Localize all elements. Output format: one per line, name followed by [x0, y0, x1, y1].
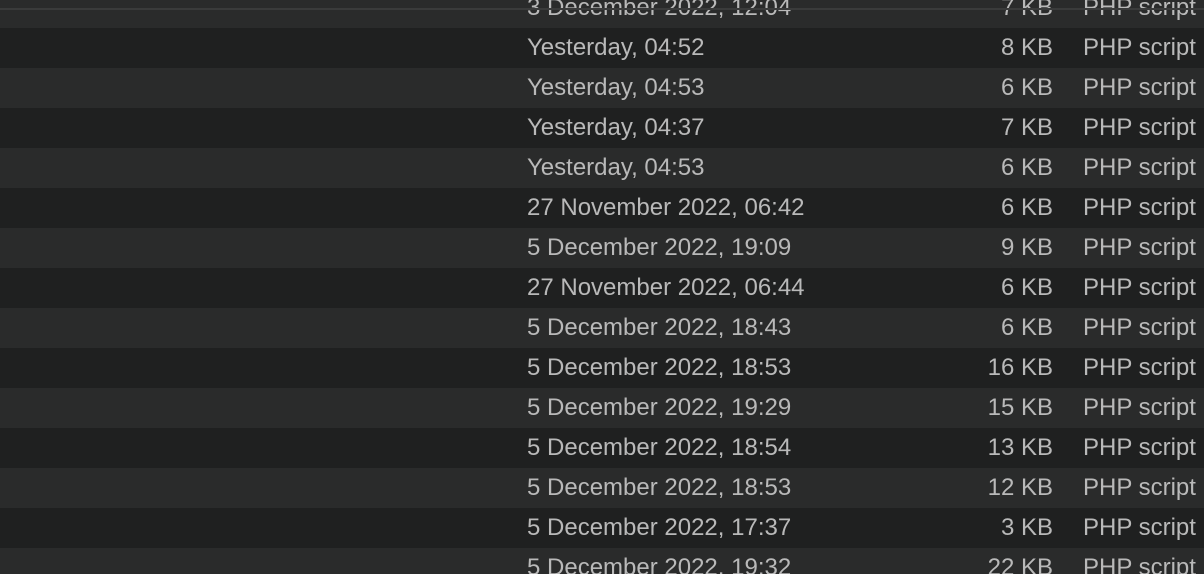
size-cell: 9 KB — [1000, 234, 1053, 261]
kind-cell: PHP script — [1083, 234, 1196, 261]
size-cell: 7 KB — [1000, 114, 1053, 141]
date-modified-cell: 5 December 2022, 18:53 — [527, 474, 792, 501]
date-modified-cell: 5 December 2022, 18:53 — [527, 354, 792, 381]
kind-cell: PHP script — [1083, 354, 1196, 381]
table-row[interactable]: Yesterday, 04:37 7 KB PHP script — [0, 108, 1204, 148]
date-modified-cell: 5 December 2022, 19:29 — [527, 394, 792, 421]
kind-cell: PHP script — [1083, 394, 1196, 421]
kind-cell: PHP script — [1083, 474, 1196, 501]
date-modified-cell: 5 December 2022, 17:37 — [527, 514, 792, 541]
size-cell: 6 KB — [1000, 74, 1053, 101]
table-row[interactable]: 3 December 2022, 12:04 7 KB PHP script — [0, 0, 1204, 28]
date-modified-cell: Yesterday, 04:37 — [527, 114, 705, 141]
date-modified-cell: Yesterday, 04:53 — [527, 74, 705, 101]
table-row[interactable]: 27 November 2022, 06:44 6 KB PHP script — [0, 268, 1204, 308]
table-row[interactable]: 5 December 2022, 18:43 6 KB PHP script — [0, 308, 1204, 348]
date-modified-cell: 27 November 2022, 06:42 — [527, 194, 805, 221]
date-modified-cell: 5 December 2022, 18:43 — [527, 314, 792, 341]
table-row[interactable]: 5 December 2022, 17:37 3 KB PHP script — [0, 508, 1204, 548]
table-row[interactable]: 27 November 2022, 06:42 6 KB PHP script — [0, 188, 1204, 228]
date-modified-cell: 3 December 2022, 12:04 — [527, 0, 792, 21]
table-row[interactable]: 5 December 2022, 19:09 9 KB PHP script — [0, 228, 1204, 268]
kind-cell: PHP script — [1083, 314, 1196, 341]
size-cell: 6 KB — [1000, 314, 1053, 341]
kind-cell: PHP script — [1083, 34, 1196, 61]
date-modified-cell: 27 November 2022, 06:44 — [527, 274, 805, 301]
date-modified-cell: 5 December 2022, 19:32 — [527, 554, 792, 574]
table-row[interactable]: 5 December 2022, 18:53 16 KB PHP script — [0, 348, 1204, 388]
size-cell: 22 KB — [987, 554, 1053, 574]
size-cell: 6 KB — [1000, 274, 1053, 301]
date-modified-cell: Yesterday, 04:53 — [527, 154, 705, 181]
size-cell: 6 KB — [1000, 154, 1053, 181]
table-row[interactable]: Yesterday, 04:52 8 KB PHP script — [0, 28, 1204, 68]
date-modified-cell: 5 December 2022, 18:54 — [527, 434, 792, 461]
kind-cell: PHP script — [1083, 0, 1196, 21]
file-rows: 3 December 2022, 12:04 7 KB PHP script Y… — [0, 0, 1204, 574]
kind-cell: PHP script — [1083, 74, 1196, 101]
file-list: 3 December 2022, 12:04 7 KB PHP script Y… — [0, 0, 1204, 574]
kind-cell: PHP script — [1083, 274, 1196, 301]
kind-cell: PHP script — [1083, 114, 1196, 141]
date-modified-cell: 5 December 2022, 19:09 — [527, 234, 792, 261]
kind-cell: PHP script — [1083, 154, 1196, 181]
size-cell: 13 KB — [987, 434, 1053, 461]
kind-cell: PHP script — [1083, 514, 1196, 541]
size-cell: 12 KB — [987, 474, 1053, 501]
table-row[interactable]: 5 December 2022, 18:54 13 KB PHP script — [0, 428, 1204, 468]
kind-cell: PHP script — [1083, 554, 1196, 574]
kind-cell: PHP script — [1083, 434, 1196, 461]
size-cell: 16 KB — [987, 354, 1053, 381]
table-row[interactable]: Yesterday, 04:53 6 KB PHP script — [0, 68, 1204, 108]
table-row[interactable]: 5 December 2022, 19:29 15 KB PHP script — [0, 388, 1204, 428]
header-divider — [0, 8, 1204, 10]
table-row[interactable]: 5 December 2022, 19:32 22 KB PHP script — [0, 548, 1204, 574]
table-row[interactable]: 5 December 2022, 18:53 12 KB PHP script — [0, 468, 1204, 508]
size-cell: 8 KB — [1000, 34, 1053, 61]
size-cell: 15 KB — [987, 394, 1053, 421]
size-cell: 3 KB — [1000, 514, 1053, 541]
date-modified-cell: Yesterday, 04:52 — [527, 34, 705, 61]
kind-cell: PHP script — [1083, 194, 1196, 221]
size-cell: 7 KB — [1000, 0, 1053, 21]
size-cell: 6 KB — [1000, 194, 1053, 221]
table-row[interactable]: Yesterday, 04:53 6 KB PHP script — [0, 148, 1204, 188]
